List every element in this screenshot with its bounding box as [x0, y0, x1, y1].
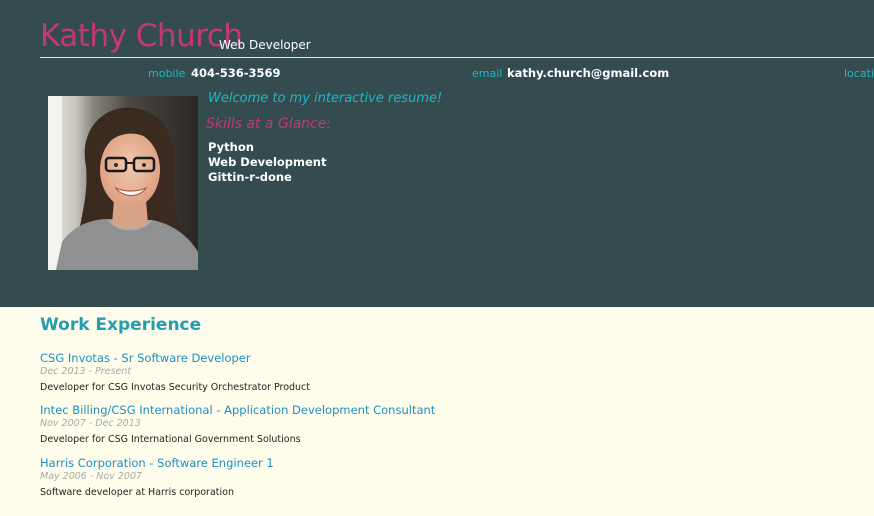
work-entry: Harris Corporation - Software Engineer 1… — [40, 455, 274, 499]
header-divider — [40, 57, 874, 58]
header: Kathy Church Web Developer mobile 404-53… — [0, 0, 874, 307]
job-title-link[interactable]: Harris Corporation - Software Engineer 1 — [40, 455, 274, 471]
job-dates: Dec 2013 - Present — [40, 366, 132, 377]
contact-value-email[interactable]: kathy.church@gmail.com — [507, 66, 669, 80]
profile-photo — [48, 96, 198, 270]
skill-item: Gittin-r-done — [208, 170, 292, 184]
contact-label-email: email — [472, 67, 503, 80]
skill-item: Web Development — [208, 155, 327, 169]
welcome-message: Welcome to my interactive resume! — [208, 91, 443, 106]
skills-heading: Skills at a Glance: — [206, 116, 332, 132]
contact-label-mobile: mobile — [148, 67, 186, 80]
job-title-link[interactable]: CSG Invotas - Sr Software Developer — [40, 350, 310, 366]
work-experience-heading: Work Experience — [40, 315, 202, 335]
work-entry: CSG Invotas - Sr Software Developer Dec … — [40, 350, 310, 394]
job-dates: Nov 2007 - Dec 2013 — [40, 418, 141, 429]
role-text: Web Developer — [219, 38, 311, 52]
contact-value-mobile: 404-536-3569 — [191, 66, 281, 80]
work-entry: Intec Billing/CSG International - Applic… — [40, 402, 435, 446]
job-dates: May 2006 - Nov 2007 — [40, 471, 143, 482]
profile-photo-graphic — [48, 96, 198, 270]
job-description: Software developer at Harris corporation — [40, 487, 234, 498]
contact-label-location: locati — [844, 67, 874, 80]
job-description: Developer for CSG International Governme… — [40, 434, 301, 445]
skills-list: Python Web Development Gittin-r-done — [208, 140, 327, 185]
job-title-link[interactable]: Intec Billing/CSG International - Applic… — [40, 402, 435, 418]
job-description: Developer for CSG Invotas Security Orche… — [40, 382, 311, 393]
skill-item: Python — [208, 140, 254, 154]
name-heading: Kathy Church — [40, 18, 243, 54]
